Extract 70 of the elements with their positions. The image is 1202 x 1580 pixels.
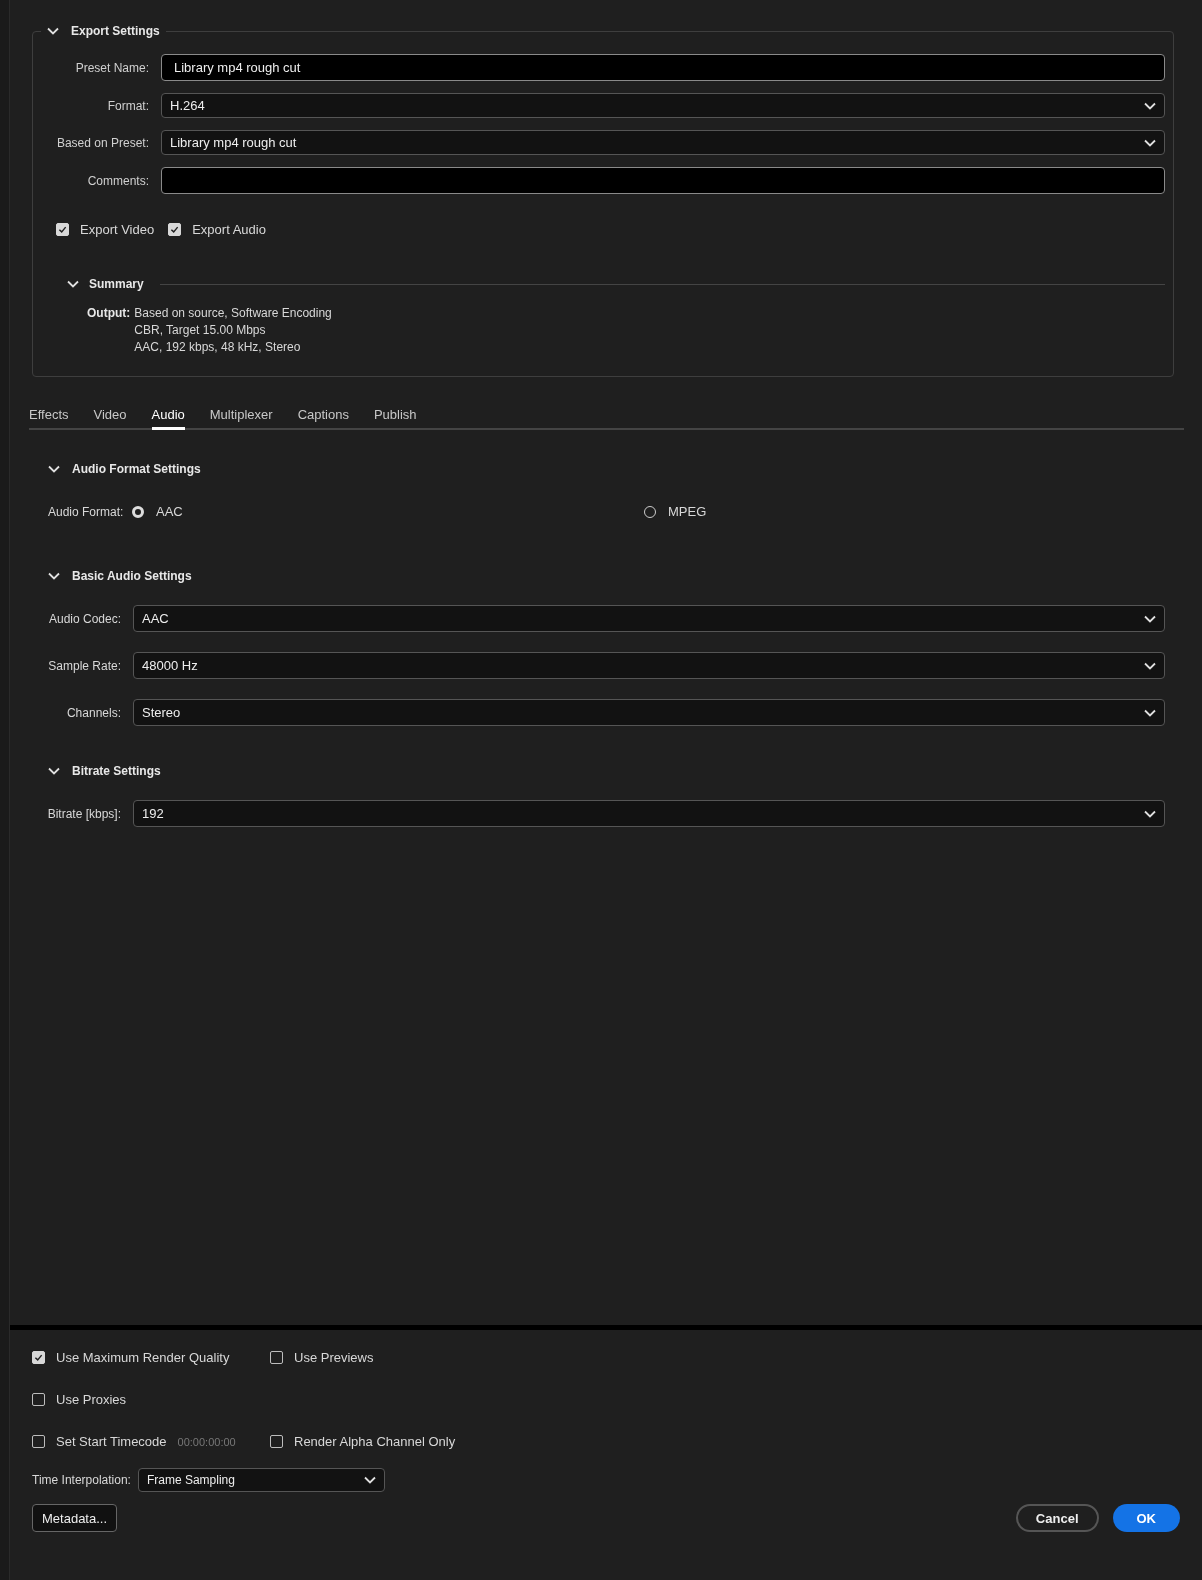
summary-line: CBR, Target 15.00 Mbps [134,322,267,339]
chevron-icon[interactable] [1144,809,1156,818]
timecode: 00:00:00:00 [177,1435,236,1448]
summary-line: AAC, 192 kbps, 48 kHz, Stereo [134,339,302,356]
field-label: Comments: [86,173,149,188]
chevron-icon[interactable] [48,465,60,473]
tab[interactable]: Video [93,407,127,430]
field-label: Format: [106,98,149,113]
field-label: Based on Preset: [55,135,149,150]
tab[interactable]: Effects [29,407,69,430]
field-label: Preset Name: [74,60,149,75]
field-label: Channels: [65,705,121,720]
radio-label: AAC [156,504,183,519]
radio-button[interactable] [132,505,144,518]
output-label: Output: [87,305,131,322]
chevron-icon[interactable] [1144,614,1156,623]
checkbox[interactable] [56,223,69,236]
tab[interactable]: Multiplexer [209,407,273,430]
dropdown[interactable]: AAC [133,605,1165,632]
checkmark-icon [57,224,68,235]
checkbox[interactable] [168,223,182,236]
checkbox-label: Export Audio [192,222,266,237]
checkbox-label: Export Video [80,222,155,237]
checkbox[interactable] [32,1393,45,1406]
checkmark-icon [169,224,181,235]
summary-line: Based on source, Software Encoding [134,305,332,322]
section-title: Basic Audio Settings [72,569,192,583]
checkbox[interactable] [32,1435,45,1448]
dropdown[interactable]: H.264 [161,93,1165,118]
checkbox-label: Use Maximum Render Quality [56,1350,230,1365]
metadata-button[interactable]: Metadata... [32,1504,118,1532]
checkbox-label: Set Start Timecode [56,1434,167,1449]
text-field[interactable] [161,167,1165,194]
checkbox-label: Use Proxies [56,1392,127,1407]
chevron-icon[interactable] [1144,138,1156,147]
tab[interactable]: Audio [151,407,185,430]
dropdown[interactable]: Frame Sampling [137,1468,385,1492]
field-label: Audio Format: [48,504,125,519]
tab[interactable]: Publish [373,407,417,430]
checkbox[interactable] [270,1435,283,1448]
dropdown[interactable]: Stereo [133,699,1165,726]
ok-button[interactable]: OK [1112,1504,1180,1532]
text-field[interactable]: Library mp4 rough cut [161,54,1165,81]
dropdown[interactable]: 192 [133,800,1165,827]
chevron-icon[interactable] [48,767,60,775]
section-title: Audio Format Settings [72,462,201,476]
field-label: Bitrate [kbps]: [46,806,121,821]
dropdown[interactable]: 48000 Hz [133,652,1165,679]
section-title: Summary [89,277,144,291]
dropdown[interactable]: Library mp4 rough cut [161,130,1165,155]
chevron-icon[interactable] [48,572,60,580]
checkmark-icon [33,1352,44,1363]
chevron-icon[interactable] [47,27,59,35]
chevron-icon[interactable] [1144,708,1156,717]
field-label: Sample Rate: [47,658,121,673]
checkbox-label: Render Alpha Channel Only [294,1434,456,1449]
chevron-icon[interactable] [1144,661,1156,670]
chevron-icon[interactable] [363,1476,376,1484]
checkbox[interactable] [32,1351,45,1364]
section-title: Bitrate Settings [72,764,161,778]
checkbox[interactable] [270,1351,283,1364]
checkbox-label: Use Previews [294,1350,374,1365]
cancel-button[interactable]: Cancel [1015,1504,1099,1532]
chevron-icon[interactable] [67,280,79,288]
field-label: Audio Codec: [47,611,121,626]
chevron-icon[interactable] [1144,101,1156,110]
section-title: Export Settings [71,24,160,38]
field-label: Time Interpolation: [32,1473,131,1487]
tab[interactable]: Captions [297,407,349,430]
radio-label: MPEG [668,504,707,519]
